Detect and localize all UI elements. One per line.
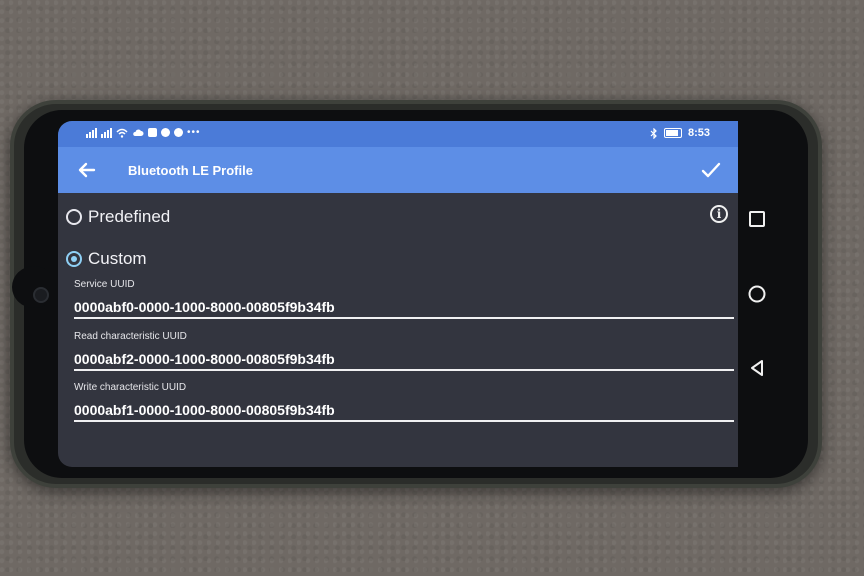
custom-option[interactable]: Custom bbox=[66, 249, 147, 269]
status-time: 8:53 bbox=[687, 127, 710, 139]
bluetooth-icon bbox=[650, 127, 657, 139]
write-uuid-field[interactable]: 0000abf1-0000-1000-8000-00805f9b34fb bbox=[74, 402, 734, 422]
app-screen: ••• 8:53 Bluetooth LE Profile Predefined… bbox=[58, 121, 738, 467]
status-icons-right: 8:53 bbox=[650, 127, 710, 139]
page-title: Bluetooth LE Profile bbox=[128, 163, 253, 178]
arrow-left-icon[interactable] bbox=[74, 157, 100, 183]
cloud-icon bbox=[133, 129, 144, 136]
custom-radio[interactable] bbox=[66, 251, 82, 267]
more-icon: ••• bbox=[187, 127, 201, 138]
status-bar: ••• 8:53 bbox=[58, 121, 738, 147]
info-icon[interactable]: i bbox=[710, 205, 728, 223]
signal-icon bbox=[86, 127, 97, 138]
service-uuid-field[interactable]: 0000abf0-0000-1000-8000-00805f9b34fb bbox=[74, 299, 734, 319]
battery-icon bbox=[663, 128, 682, 138]
home-circle-icon[interactable] bbox=[746, 283, 768, 305]
camera-notch bbox=[12, 266, 56, 308]
predefined-option[interactable]: Predefined bbox=[66, 207, 170, 227]
wifi-icon bbox=[116, 128, 128, 138]
service-uuid-label: Service UUID bbox=[74, 279, 135, 290]
custom-label: Custom bbox=[88, 249, 147, 268]
write-uuid-label: Write characteristic UUID bbox=[74, 382, 187, 393]
front-camera bbox=[33, 287, 49, 303]
read-uuid-label: Read characteristic UUID bbox=[74, 331, 187, 342]
yahoo-icon bbox=[148, 128, 157, 137]
back-triangle-icon[interactable] bbox=[746, 357, 768, 379]
predefined-label: Predefined bbox=[88, 207, 171, 226]
app-toolbar: Bluetooth LE Profile bbox=[58, 147, 738, 193]
signal-icon bbox=[101, 127, 112, 138]
dot-icon bbox=[174, 128, 183, 137]
check-icon[interactable] bbox=[698, 157, 724, 183]
recents-square-icon[interactable] bbox=[746, 208, 768, 230]
predefined-radio[interactable] bbox=[66, 209, 82, 225]
read-uuid-field[interactable]: 0000abf2-0000-1000-8000-00805f9b34fb bbox=[74, 351, 734, 371]
dot-icon bbox=[161, 128, 170, 137]
status-icons-left: ••• bbox=[86, 127, 201, 138]
